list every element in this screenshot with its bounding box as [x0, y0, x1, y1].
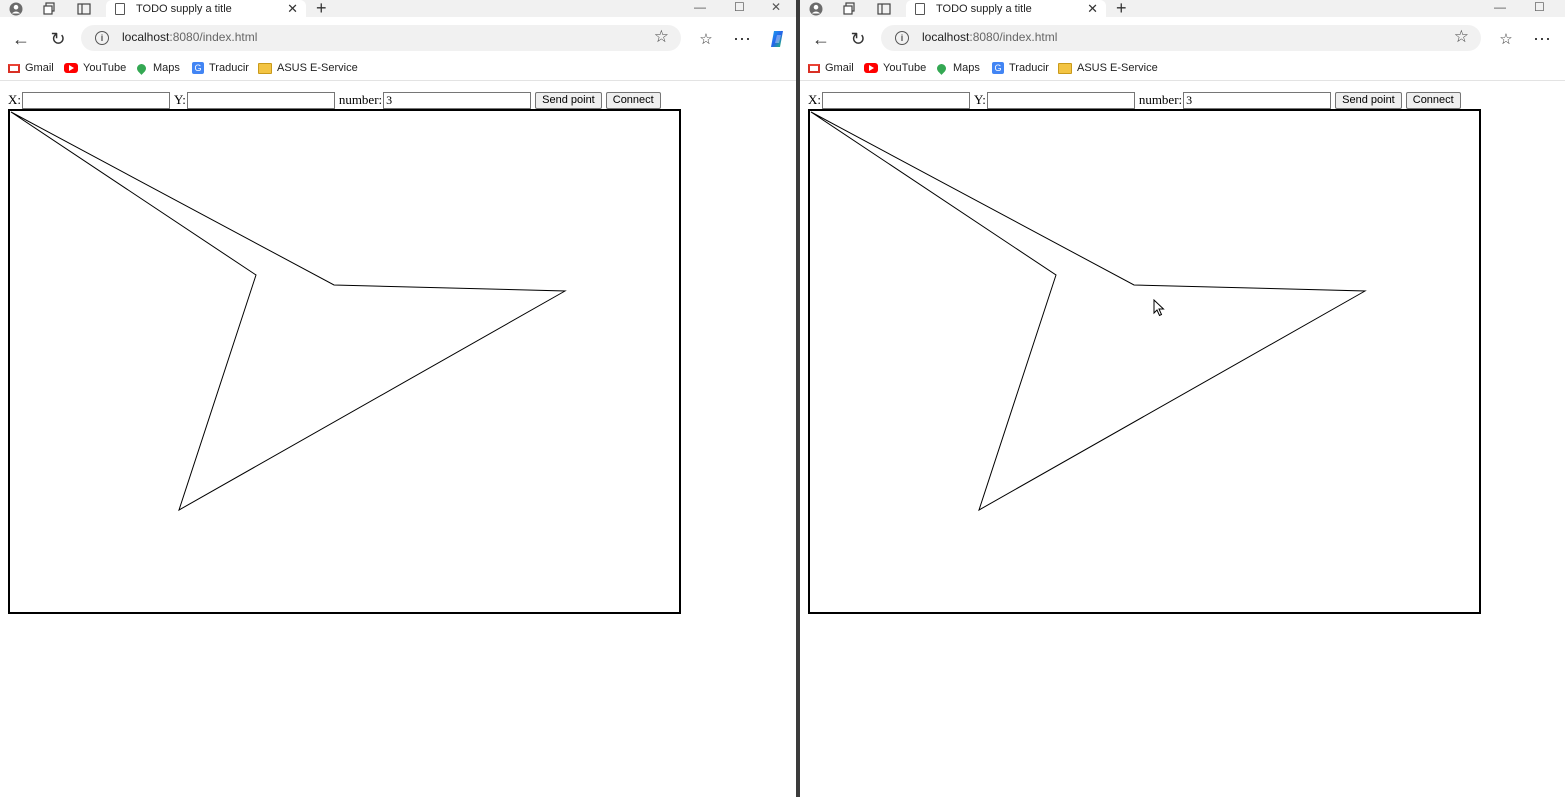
x-input[interactable] [822, 91, 970, 109]
refresh-icon[interactable]: ↻ [46, 27, 70, 51]
copilot-icon[interactable] [766, 27, 790, 51]
url-text[interactable]: localhost:8080/index.html [122, 30, 257, 44]
profile-icon[interactable] [806, 0, 826, 17]
drawing-canvas[interactable] [808, 109, 1481, 614]
favorites-icon[interactable]: ☆ [694, 27, 718, 51]
address-bar[interactable]: i localhost:8080/index.html ☆ [81, 25, 681, 51]
bookmark-youtube[interactable]: YouTube [864, 62, 926, 74]
x-label: X: [808, 92, 821, 107]
more-menu-icon[interactable]: ⋯ [730, 27, 754, 51]
browser-window-left: TODO supply a title ✕ + — ☐ ✕ ← ↻ i loca… [0, 0, 796, 797]
back-arrow-icon[interactable]: ← [9, 27, 33, 51]
y-input[interactable] [186, 91, 335, 109]
favorites-icon[interactable]: ☆ [1494, 27, 1518, 51]
translate-icon: G [992, 62, 1004, 74]
site-info-icon[interactable]: i [895, 31, 909, 45]
y-input[interactable] [986, 91, 1135, 109]
number-input[interactable] [383, 91, 532, 109]
maximize-icon[interactable]: ☐ [1534, 0, 1545, 14]
favorite-star-icon[interactable]: ☆ [1454, 27, 1469, 47]
vertical-tabs-icon[interactable] [74, 0, 94, 17]
gmail-icon [808, 63, 820, 73]
minimize-icon[interactable]: — [694, 0, 706, 14]
bookmark-asus[interactable]: ASUS E-Service [1058, 62, 1158, 74]
bookmark-gmail[interactable]: Gmail [808, 62, 854, 74]
address-bar[interactable]: i localhost:8080/index.html ☆ [881, 25, 1481, 51]
connect-button[interactable]: Connect [1405, 91, 1461, 109]
close-window-icon[interactable]: ✕ [771, 0, 781, 14]
minimize-icon[interactable]: — [1494, 0, 1506, 14]
profile-icon[interactable] [6, 0, 26, 17]
workspaces-icon[interactable] [839, 0, 859, 17]
x-label: X: [8, 92, 21, 107]
gmail-icon [8, 63, 20, 73]
youtube-icon [64, 63, 78, 73]
polygon-drawing [10, 111, 567, 512]
bookmark-asus[interactable]: ASUS E-Service [258, 62, 358, 74]
favorite-star-icon[interactable]: ☆ [654, 27, 669, 47]
translate-icon: G [192, 62, 204, 74]
y-label: Y: [174, 92, 186, 107]
x-input[interactable] [22, 91, 170, 109]
y-label: Y: [974, 92, 986, 107]
maps-pin-icon [935, 61, 948, 75]
polygon-drawing [810, 111, 1367, 512]
connected-polygon [10, 111, 567, 512]
bookmarks-bar: Gmail YouTube Maps G Traducir ASUS E-Serv… [800, 60, 1565, 81]
vertical-tabs-icon[interactable] [874, 0, 894, 17]
page-content: X: Y: number: Send point Connect [800, 81, 1565, 797]
tab-title: TODO supply a title [936, 2, 1032, 15]
point-form: X: Y: number: Send point Connect [808, 90, 1461, 110]
send-point-button[interactable]: Send point [1335, 91, 1402, 109]
site-info-icon[interactable]: i [95, 31, 109, 45]
page-icon [915, 2, 925, 15]
youtube-icon [864, 63, 878, 73]
close-tab-icon[interactable]: ✕ [287, 1, 298, 17]
page-content: X: Y: number: Send point Connect [0, 81, 796, 797]
connect-button[interactable]: Connect [605, 91, 661, 109]
bookmark-traducir[interactable]: G Traducir [192, 62, 249, 74]
navigation-bar: ← ↻ i localhost:8080/index.html ☆ ☆ ⋯ [0, 17, 796, 60]
bookmark-youtube[interactable]: YouTube [64, 62, 126, 74]
close-tab-icon[interactable]: ✕ [1087, 1, 1098, 17]
mouse-pointer-icon [1153, 298, 1165, 322]
connected-polygon [810, 111, 1367, 512]
maps-pin-icon [135, 61, 148, 75]
tab-active[interactable]: TODO supply a title ✕ [106, 0, 306, 17]
tab-strip: TODO supply a title ✕ + — ☐ ✕ [0, 0, 796, 18]
workspaces-icon[interactable] [39, 0, 59, 17]
page-icon [115, 2, 125, 15]
more-menu-icon[interactable]: ⋯ [1530, 27, 1554, 51]
bookmark-gmail[interactable]: Gmail [8, 62, 54, 74]
tab-strip: TODO supply a title ✕ + — ☐ [800, 0, 1565, 18]
back-arrow-icon[interactable]: ← [809, 27, 833, 51]
url-text[interactable]: localhost:8080/index.html [922, 30, 1057, 44]
bookmark-maps[interactable]: Maps [935, 61, 980, 75]
bookmarks-bar: Gmail YouTube Maps G Traducir ASUS E-Serv… [0, 60, 796, 81]
folder-icon [1058, 62, 1072, 74]
bookmark-traducir[interactable]: G Traducir [992, 62, 1049, 74]
point-form: X: Y: number: Send point Connect [8, 90, 661, 110]
maximize-icon[interactable]: ☐ [734, 0, 745, 14]
navigation-bar: ← ↻ i localhost:8080/index.html ☆ ☆ ⋯ [800, 17, 1565, 60]
drawing-canvas[interactable] [8, 109, 681, 614]
number-label: number: [338, 92, 383, 107]
number-input[interactable] [1183, 91, 1332, 109]
tab-active[interactable]: TODO supply a title ✕ [906, 0, 1106, 17]
refresh-icon[interactable]: ↻ [846, 27, 870, 51]
tab-title: TODO supply a title [136, 2, 232, 15]
number-label: number: [1138, 92, 1183, 107]
bookmark-maps[interactable]: Maps [135, 61, 180, 75]
folder-icon [258, 62, 272, 74]
send-point-button[interactable]: Send point [535, 91, 602, 109]
browser-window-right: TODO supply a title ✕ + — ☐ ← ↻ i localh… [800, 0, 1565, 797]
